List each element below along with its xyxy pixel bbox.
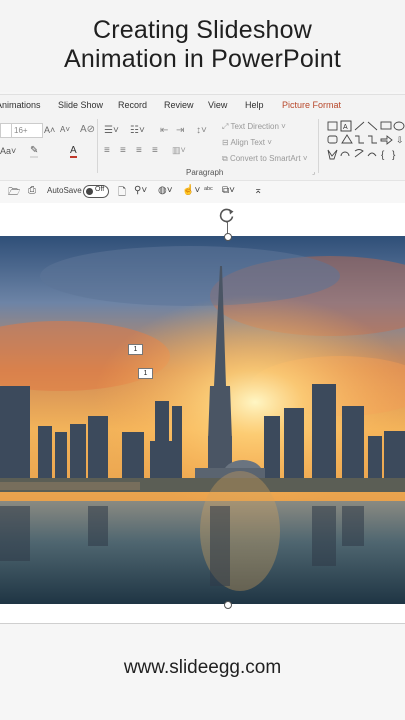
rotate-handle-icon[interactable] (219, 207, 235, 223)
align-left-icon[interactable]: ≡ (104, 145, 110, 156)
shape-fill-icon[interactable]: ◍˅ (158, 185, 173, 196)
numbering-icon[interactable]: ☷˅ (130, 125, 145, 136)
spelling-icon[interactable]: ᵃᵇᶜ (204, 185, 213, 194)
autosave-state: Off (95, 186, 105, 193)
bullets-icon[interactable]: ☰˅ (104, 125, 119, 136)
tab-animations[interactable]: Animations (0, 100, 41, 110)
svg-text:{: { (381, 150, 385, 161)
present-icon[interactable]: ⧉˅ (222, 185, 235, 196)
text-direction-label: Text Direction (230, 122, 279, 131)
format-painter-icon[interactable]: ⚲˅ (134, 185, 147, 196)
quick-access-toolbar: 🗁 ⎙ AutoSave Off 🗋 ⚲˅ ◍˅ ☝˅ ᵃᵇᶜ ⧉˅ ⌅ (0, 180, 405, 204)
columns-icon[interactable]: ▥˅ (172, 145, 186, 156)
slide-picture[interactable] (0, 236, 405, 604)
increase-indent-icon[interactable]: ⇥ (176, 125, 184, 136)
divider (0, 623, 405, 624)
resize-handle-top[interactable] (224, 233, 232, 241)
tab-picture-format[interactable]: Picture Format (282, 100, 341, 110)
animation-order-badge[interactable]: 1 (128, 344, 143, 355)
text-case-icon[interactable]: Aa˅ (0, 146, 16, 156)
video-title-area: Creating Slideshow Animation in PowerPoi… (0, 0, 405, 92)
align-text-label: Align Text (230, 138, 266, 147)
autosave-label: AutoSave (47, 186, 82, 195)
font-color-icon[interactable]: A (70, 145, 77, 158)
footer-url: www.slideegg.com (123, 657, 282, 678)
tab-help[interactable]: Help (245, 100, 264, 110)
align-center-icon[interactable]: ≡ (120, 145, 126, 156)
smartart-icon: ⧉ (222, 154, 230, 163)
toggle-knob (86, 188, 93, 195)
tab-view[interactable]: View (208, 100, 227, 110)
svg-text:}: } (392, 150, 396, 161)
touch-mode-icon[interactable]: ☝˅ (182, 185, 200, 196)
title-line-1: Creating Slideshow (93, 16, 312, 44)
convert-smartart-button[interactable]: ⧉ Convert to SmartArt ˅ (222, 154, 308, 164)
grow-font-icon[interactable]: A˄ (44, 125, 55, 135)
paragraph-group-label: Paragraph (186, 168, 224, 177)
justify-icon[interactable]: ≡ (152, 145, 158, 156)
print-icon[interactable]: ⎙ (28, 185, 36, 196)
tab-review[interactable]: Review (164, 100, 194, 110)
align-right-icon[interactable]: ≡ (136, 145, 142, 156)
paragraph-launcher-icon[interactable]: ⌟ (312, 168, 315, 176)
shrink-font-icon[interactable]: A˅ (60, 125, 70, 134)
ribbon-separator (318, 119, 319, 173)
tab-slide-show[interactable]: Slide Show (58, 100, 103, 110)
ribbon-separator (97, 119, 98, 173)
ribbon-tabs: Animations Slide Show Record Review View… (0, 95, 405, 117)
shapes-gallery[interactable]: A ⇩ { } (326, 119, 405, 163)
customize-qat-icon[interactable]: ⌅ (254, 185, 262, 196)
align-text-button[interactable]: ⊟ Align Text ˅ (222, 138, 272, 147)
font-size-box[interactable]: 16+ (11, 123, 43, 138)
title-line-2: Animation in PowerPoint (64, 45, 341, 73)
highlight-icon[interactable]: ✎ (30, 145, 39, 158)
autosave-toggle[interactable]: Off (83, 185, 109, 198)
decrease-indent-icon[interactable]: ⇤ (160, 125, 168, 136)
svg-text:⇩: ⇩ (396, 135, 404, 145)
convert-smartart-label: Convert to SmartArt (229, 154, 301, 163)
dubai-skyline-image (0, 236, 405, 604)
ribbon: Animations Slide Show Record Review View… (0, 94, 405, 181)
resize-handle-bottom[interactable] (224, 601, 232, 609)
text-direction-button[interactable]: ⤢ Text Direction ˅ (222, 122, 286, 132)
open-folder-icon[interactable]: 🗁 (8, 185, 20, 202)
line-spacing-icon[interactable]: ↕˅ (196, 125, 207, 136)
svg-text:A: A (343, 124, 348, 131)
tab-record[interactable]: Record (118, 100, 147, 110)
document-icon[interactable]: 🗋 (118, 185, 126, 202)
animation-order-badge[interactable]: 1 (138, 368, 153, 379)
clear-format-icon[interactable]: A⊘ (80, 124, 95, 135)
